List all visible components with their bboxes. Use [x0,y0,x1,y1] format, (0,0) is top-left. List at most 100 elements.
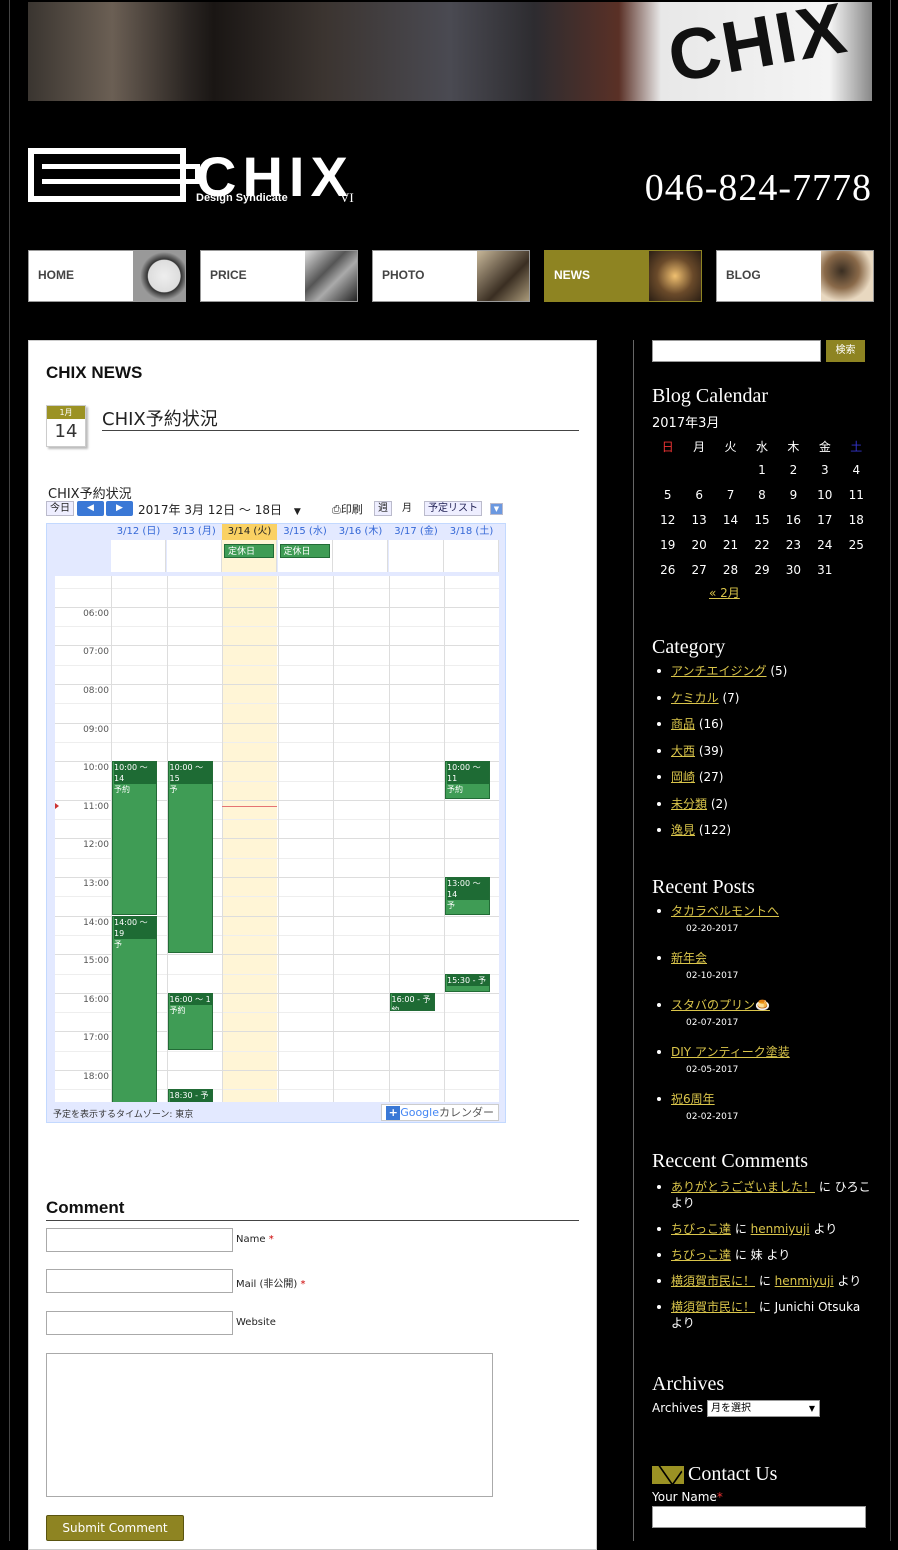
print-button[interactable]: ⎙印刷 [332,501,363,517]
all-day-cell[interactable] [444,540,499,572]
search-button[interactable]: 検索 [826,340,865,362]
recent-post-link[interactable]: スタバのプリン🍮 [671,998,770,1012]
category-link[interactable]: アンチエイジング [671,664,767,678]
archives-select[interactable]: 月を選択 [706,1400,820,1417]
calendar-day: 14 [722,512,739,527]
comment-post-link[interactable]: 横須賀市民に！ [671,1274,755,1288]
next-week-button[interactable]: ▶ [106,501,133,516]
website-field[interactable] [46,1311,233,1335]
search-input[interactable] [652,340,821,362]
nav-price[interactable]: PRICE [200,250,358,302]
prev-week-button[interactable]: ◀ [77,501,104,516]
recent-comment-item: 横須賀市民に！ に henmiyuji より [652,1273,874,1289]
comment-textarea[interactable] [46,1353,493,1497]
comment-author-link[interactable]: henmiyuji [775,1274,834,1288]
date-range[interactable]: 2017年 3月 12日 ～ 18日 ▼ [138,501,301,518]
mail-field[interactable] [46,1269,233,1293]
event-time: 10:00 ～ 15 [169,762,212,785]
calendar-day: 10 [817,487,833,502]
comment-post-link[interactable]: 横須賀市民に！ [671,1300,755,1314]
calendar-day: 5 [663,487,672,502]
agenda-view-tab[interactable]: 予定リスト [424,501,482,516]
calendar-event[interactable]: 15:30 - 予 [445,973,490,992]
current-time-marker [55,802,59,809]
name-field[interactable] [46,1228,233,1252]
category-count: (27) [695,770,724,784]
calendar-event[interactable]: 14:00 ～ 19 予 [112,915,157,1102]
category-link[interactable]: 大西 [671,744,695,758]
category-link[interactable]: 逸見 [671,823,695,837]
current-time-line [222,805,277,807]
calendar-event[interactable]: 16:00 - 予約 [389,992,435,1012]
all-day-event[interactable]: 定休日 [224,544,274,558]
month-view-tab[interactable]: 月 [398,501,416,516]
grid-column-line [222,576,223,1102]
category-link[interactable]: 未分類 [671,797,707,811]
comment-post-link[interactable]: ありがとうございました！ [671,1180,815,1194]
calendar-event[interactable]: 10:00 ～ 14 予約 [112,761,157,915]
main-nav: HOME PRICE PHOTO NEWS BLOG [28,250,874,302]
category-link[interactable]: 岡崎 [671,770,695,784]
site-logo[interactable]: CHIX Design Syndicate VI [28,145,358,208]
recent-post-link[interactable]: タカラベルモントへ [671,904,779,918]
all-day-event[interactable]: 定休日 [279,544,330,558]
day-header[interactable]: 3/13 (月) [167,524,222,540]
event-time: 15:30 - 予 [447,974,489,986]
week-view-tab[interactable]: 週 [374,501,392,516]
comment-author-link[interactable]: henmiyuji [751,1222,810,1236]
day-header[interactable]: 3/14 (火) [222,524,277,540]
event-time: 16:00 - 予約 [391,993,434,1011]
category-link[interactable]: 商品 [671,717,695,731]
your-name-label: Your Name* [652,1490,874,1504]
post-title[interactable]: CHIX予約状況 [102,405,579,431]
nav-home[interactable]: HOME [28,250,186,302]
recent-post-link[interactable]: DIY アンティーク塗装 [671,1045,790,1059]
time-label: 12:00 [83,840,109,851]
calendar-event[interactable]: 10:00 ～ 15 予 [167,761,213,954]
grid-column-line [277,576,279,1102]
category-count: (16) [695,717,724,731]
recent-post-link[interactable]: 新年会 [671,951,707,965]
day-header[interactable]: 3/15 (水) [278,524,333,540]
calendar-menu-dropdown[interactable]: ▼ [490,503,503,515]
nav-blog[interactable]: BLOG [716,250,874,302]
logo-mark-inner [42,164,200,184]
day-header[interactable]: 3/18 (土) [444,524,499,540]
calendar-event[interactable]: 16:00 ～ 1 予約 [167,992,213,1050]
category-link[interactable]: ケミカル [671,691,719,705]
comment-post-link[interactable]: ちびっこ達 [671,1222,731,1236]
calendar-event[interactable]: 18:30 - 予約 [167,1089,213,1102]
nav-news[interactable]: NEWS [544,250,702,302]
all-day-cell[interactable] [166,540,222,572]
all-day-cell[interactable] [388,540,444,572]
archives-widget: Archives Archives 月を選択 [652,1373,874,1417]
envelope-icon [652,1466,684,1485]
clock-thumbnail [821,251,873,301]
time-label: 10:00 [83,763,109,774]
calendar-event[interactable]: 10:00 ～ 11 予約 [445,761,490,799]
all-day-cell[interactable] [333,540,388,572]
chevron-down-icon[interactable]: ▼ [294,507,301,517]
contact-name-input[interactable] [652,1506,866,1528]
recent-post-item: スタバのプリン🍮 02-07-2017 [652,997,874,1031]
scissors-thumbnail [305,251,357,301]
comment-post-link[interactable]: ちびっこ達 [671,1248,731,1262]
event-title: 予 [169,785,178,795]
submit-comment-button[interactable]: Submit Comment [46,1515,184,1541]
day-header[interactable]: 3/12 (日) [111,524,166,540]
calendar-day: 17 [817,512,833,527]
google-calendar-embed: CHIX予約状況 今日 ◀ ▶ 2017年 3月 12日 ～ 18日 ▼ ⎙印刷… [46,481,506,1126]
day-header[interactable]: 3/17 (金) [389,524,444,540]
calendar-event[interactable]: 13:00 ～ 14 予 [445,877,490,915]
day-header[interactable]: 3/16 (木) [333,524,388,540]
category-count: (2) [707,796,728,811]
grid-column-line [333,576,334,1102]
google-calendar-button[interactable]: + Googleカレンダー [381,1104,499,1121]
prev-month-link[interactable]: « 2月 [709,584,874,601]
time-label: 09:00 [83,724,109,735]
nav-photo[interactable]: PHOTO [372,250,530,302]
today-button[interactable]: 今日 [46,501,74,516]
calendar-day: 19 [660,537,676,552]
recent-post-link[interactable]: 祝6周年 [671,1092,715,1106]
all-day-cell[interactable] [111,540,166,572]
